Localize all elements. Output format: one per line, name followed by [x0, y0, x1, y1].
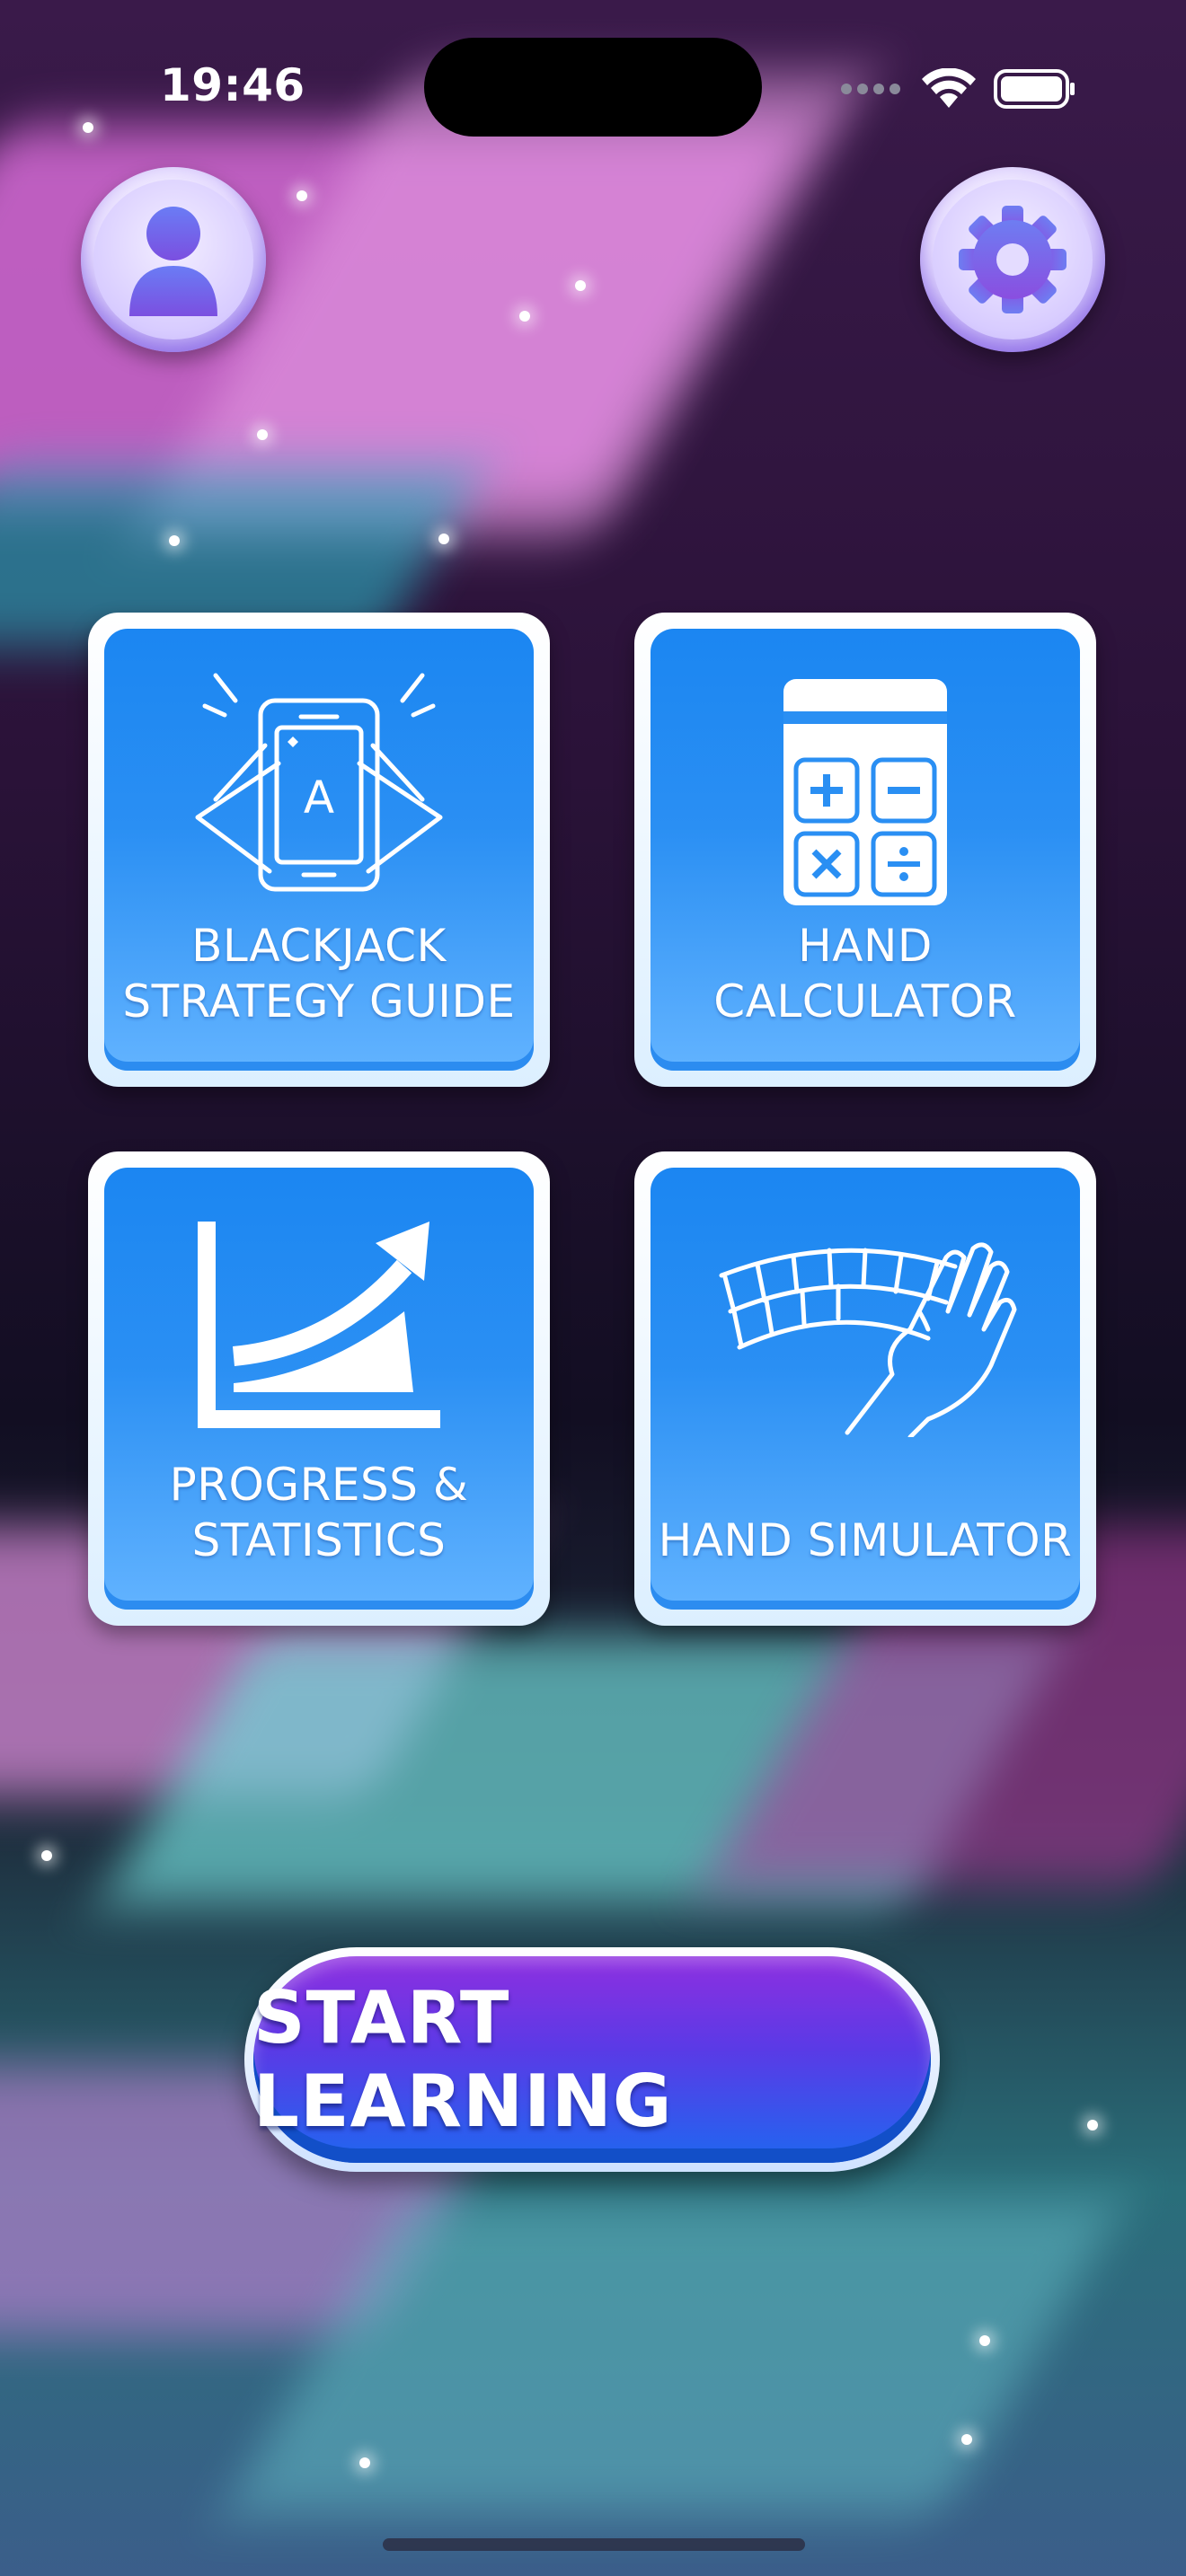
start-learning-button[interactable]: START LEARNING: [244, 1947, 940, 2172]
home-indicator[interactable]: [383, 2538, 805, 2551]
hand-cards-icon: [719, 1242, 1017, 1437]
hand-simulator-tile[interactable]: HAND SIMULATOR: [634, 1151, 1096, 1626]
hand-calculator-tile[interactable]: HAND CALCULATOR: [634, 613, 1096, 1087]
status-time: 19:46: [160, 59, 305, 111]
user-icon: [129, 207, 217, 316]
tile-label: HAND CALCULATOR: [713, 920, 1017, 1028]
start-learning-label: START LEARNING: [253, 1976, 673, 2143]
status-icons: [841, 68, 1076, 110]
battery-icon: [994, 69, 1075, 109]
calculator-icon: [783, 679, 947, 905]
phone-cards-icon: A: [195, 673, 443, 892]
settings-button[interactable]: [920, 167, 1105, 352]
profile-button[interactable]: [81, 167, 266, 352]
tile-label: HAND SIMULATOR: [658, 1514, 1073, 1566]
strategy-guide-tile[interactable]: A BLACKJACK STRATEGY GUIDE: [88, 613, 550, 1087]
cellular-icon: [841, 84, 900, 94]
tile-label: BLACKJACK STRATEGY GUIDE: [122, 920, 516, 1028]
gear-icon: [959, 206, 1067, 313]
dynamic-island: [424, 38, 762, 137]
svg-text:A: A: [304, 772, 334, 824]
growth-chart-icon: [198, 1222, 440, 1428]
wifi-icon: [922, 68, 976, 108]
progress-statistics-tile[interactable]: PROGRESS & STATISTICS: [88, 1151, 550, 1626]
tile-label: PROGRESS & STATISTICS: [169, 1459, 469, 1566]
